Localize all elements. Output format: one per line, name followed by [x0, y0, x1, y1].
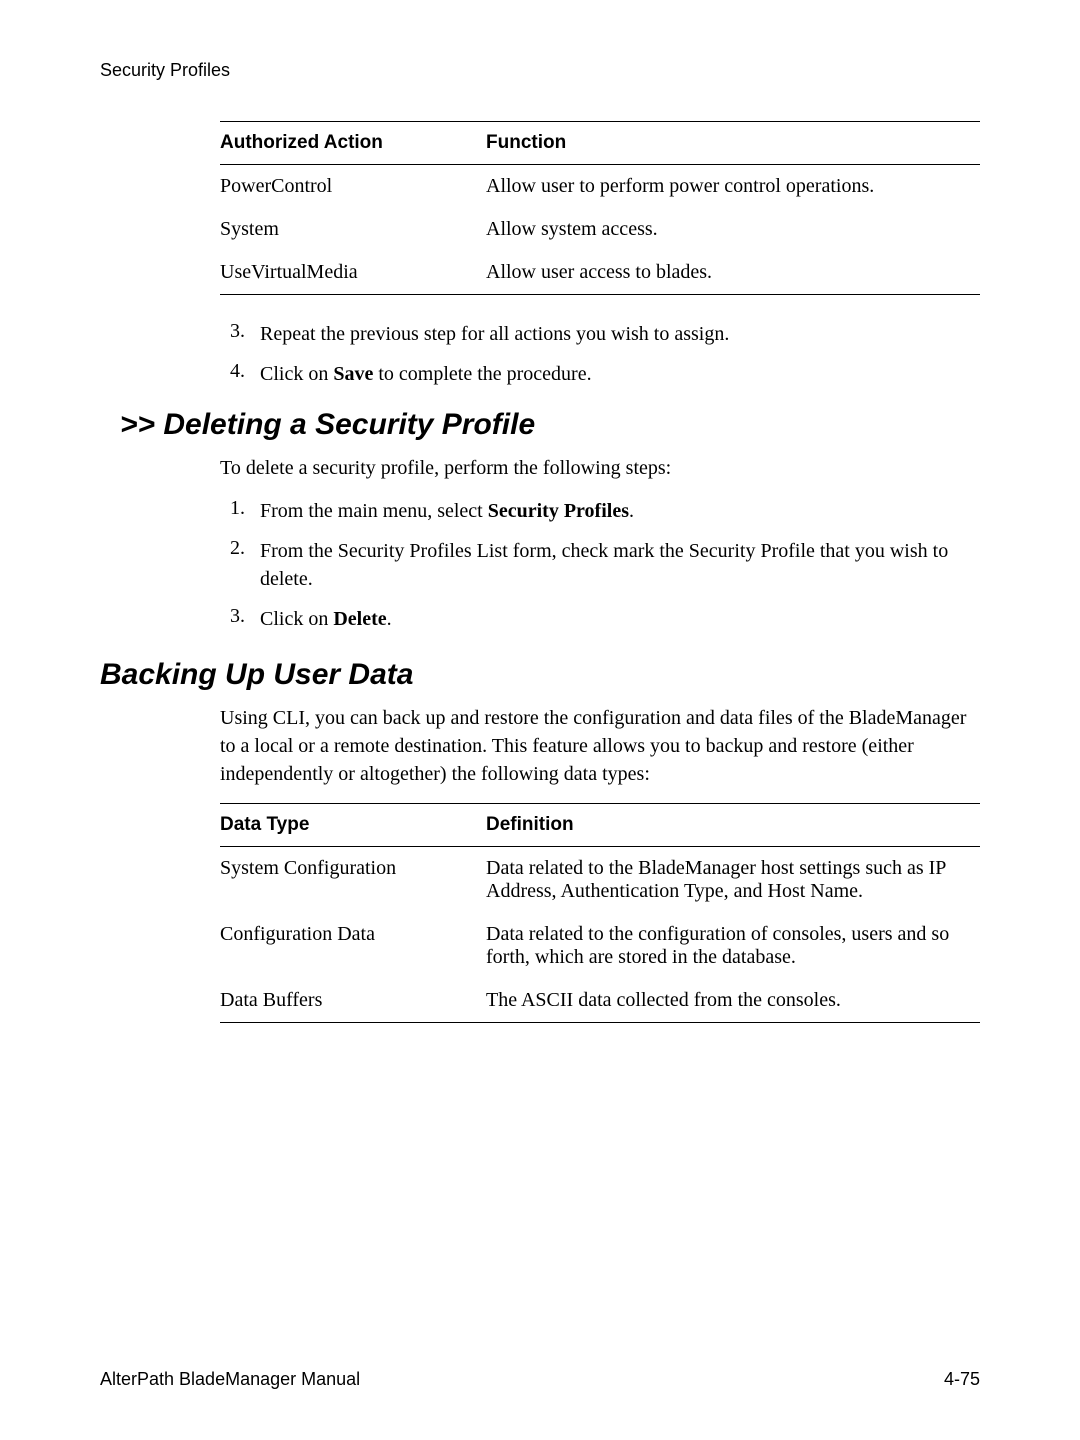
list-item: 3. Click on Delete. [230, 605, 980, 633]
list-text: Click on Delete. [260, 605, 980, 633]
list-marker: 3. [230, 320, 260, 348]
table-header: Definition [486, 804, 980, 847]
table-cell: UseVirtualMedia [220, 251, 486, 295]
list-marker: 1. [230, 497, 260, 525]
table-header: Data Type [220, 804, 486, 847]
page-header-label: Security Profiles [100, 60, 980, 81]
list-item: 3. Repeat the previous step for all acti… [230, 320, 980, 348]
list-text: Click on Save to complete the procedure. [260, 360, 980, 388]
list-marker: 3. [230, 605, 260, 633]
footer-left: AlterPath BladeManager Manual [100, 1369, 360, 1390]
table-row: Configuration Data Data related to the c… [220, 913, 980, 979]
data-type-table: Data Type Definition System Configuratio… [220, 803, 980, 1023]
list-text: From the main menu, select Security Prof… [260, 497, 980, 525]
table-cell: System Configuration [220, 847, 486, 914]
deleting-section-content: To delete a security profile, perform th… [220, 454, 980, 633]
backup-section-content: Using CLI, you can back up and restore t… [220, 704, 980, 1023]
table-cell: Allow user to perform power control oper… [486, 165, 980, 209]
table-row: UseVirtualMedia Allow user access to bla… [220, 251, 980, 295]
list-text: From the Security Profiles List form, ch… [260, 537, 980, 593]
body-paragraph: To delete a security profile, perform th… [220, 454, 980, 482]
heading-deleting-security-profile: >> Deleting a Security Profile [120, 408, 980, 442]
main-content: Authorized Action Function PowerControl … [220, 121, 980, 388]
footer-right: 4-75 [944, 1369, 980, 1390]
heading-backing-up-user-data: Backing Up User Data [100, 658, 980, 692]
table-cell: Allow user access to blades. [486, 251, 980, 295]
table-row: Data Buffers The ASCII data collected fr… [220, 979, 980, 1023]
table-row: PowerControl Allow user to perform power… [220, 165, 980, 209]
table-cell: Allow system access. [486, 208, 980, 251]
list-item: 2. From the Security Profiles List form,… [230, 537, 980, 593]
page-footer: AlterPath BladeManager Manual 4-75 [100, 1369, 980, 1390]
table-cell: System [220, 208, 486, 251]
list-text: Repeat the previous step for all actions… [260, 320, 980, 348]
list-marker: 2. [230, 537, 260, 593]
table-header: Authorized Action [220, 122, 486, 165]
list-item: 1. From the main menu, select Security P… [230, 497, 980, 525]
authorized-action-table: Authorized Action Function PowerControl … [220, 121, 980, 295]
table-row: System Allow system access. [220, 208, 980, 251]
table-cell: Data related to the BladeManager host se… [486, 847, 980, 914]
table-cell: Data Buffers [220, 979, 486, 1023]
table-cell: PowerControl [220, 165, 486, 209]
table-header: Function [486, 122, 980, 165]
table-cell: Configuration Data [220, 913, 486, 979]
body-paragraph: Using CLI, you can back up and restore t… [220, 704, 980, 788]
table-cell: The ASCII data collected from the consol… [486, 979, 980, 1023]
list-item: 4. Click on Save to complete the procedu… [230, 360, 980, 388]
table-row: System Configuration Data related to the… [220, 847, 980, 914]
table-cell: Data related to the configuration of con… [486, 913, 980, 979]
list-marker: 4. [230, 360, 260, 388]
